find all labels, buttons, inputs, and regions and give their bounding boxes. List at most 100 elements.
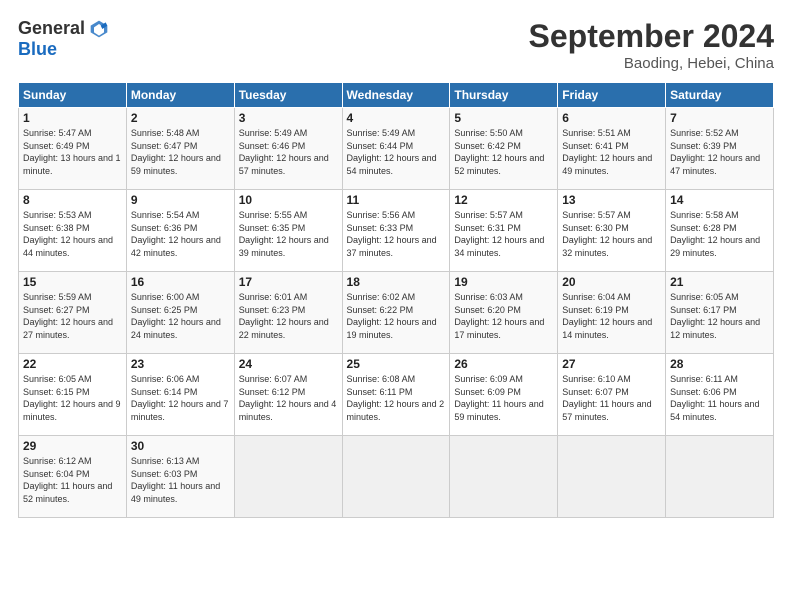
calendar-cell: 21 Sunrise: 6:05 AMSunset: 6:17 PMDaylig…: [666, 272, 774, 354]
day-number: 30: [131, 439, 230, 453]
calendar-week-3: 15 Sunrise: 5:59 AMSunset: 6:27 PMDaylig…: [19, 272, 774, 354]
page: General Blue September 2024 Baoding, Heb…: [0, 0, 792, 612]
day-info: Sunrise: 6:12 AMSunset: 6:04 PMDaylight:…: [23, 455, 122, 505]
day-number: 28: [670, 357, 769, 371]
calendar-header-sunday: Sunday: [19, 83, 127, 108]
calendar-cell: [666, 436, 774, 518]
day-info: Sunrise: 6:01 AMSunset: 6:23 PMDaylight:…: [239, 291, 338, 341]
day-info: Sunrise: 6:13 AMSunset: 6:03 PMDaylight:…: [131, 455, 230, 505]
calendar-cell: 23 Sunrise: 6:06 AMSunset: 6:14 PMDaylig…: [126, 354, 234, 436]
calendar-cell: 26 Sunrise: 6:09 AMSunset: 6:09 PMDaylig…: [450, 354, 558, 436]
calendar-cell: 14 Sunrise: 5:58 AMSunset: 6:28 PMDaylig…: [666, 190, 774, 272]
day-number: 14: [670, 193, 769, 207]
day-number: 19: [454, 275, 553, 289]
day-number: 20: [562, 275, 661, 289]
day-number: 15: [23, 275, 122, 289]
day-info: Sunrise: 6:07 AMSunset: 6:12 PMDaylight:…: [239, 373, 338, 423]
calendar-cell: 2 Sunrise: 5:48 AMSunset: 6:47 PMDayligh…: [126, 108, 234, 190]
day-info: Sunrise: 5:47 AMSunset: 6:49 PMDaylight:…: [23, 127, 122, 177]
day-number: 3: [239, 111, 338, 125]
day-info: Sunrise: 5:56 AMSunset: 6:33 PMDaylight:…: [347, 209, 446, 259]
day-number: 18: [347, 275, 446, 289]
day-number: 22: [23, 357, 122, 371]
day-number: 4: [347, 111, 446, 125]
day-number: 17: [239, 275, 338, 289]
calendar-header-row: SundayMondayTuesdayWednesdayThursdayFrid…: [19, 83, 774, 108]
day-number: 1: [23, 111, 122, 125]
day-info: Sunrise: 5:52 AMSunset: 6:39 PMDaylight:…: [670, 127, 769, 177]
calendar-cell: 25 Sunrise: 6:08 AMSunset: 6:11 PMDaylig…: [342, 354, 450, 436]
day-number: 27: [562, 357, 661, 371]
day-info: Sunrise: 6:03 AMSunset: 6:20 PMDaylight:…: [454, 291, 553, 341]
calendar-cell: 20 Sunrise: 6:04 AMSunset: 6:19 PMDaylig…: [558, 272, 666, 354]
day-info: Sunrise: 6:04 AMSunset: 6:19 PMDaylight:…: [562, 291, 661, 341]
day-number: 24: [239, 357, 338, 371]
logo: General Blue: [18, 18, 109, 60]
title-block: September 2024 Baoding, Hebei, China: [529, 18, 774, 72]
calendar-cell: 29 Sunrise: 6:12 AMSunset: 6:04 PMDaylig…: [19, 436, 127, 518]
day-info: Sunrise: 6:05 AMSunset: 6:15 PMDaylight:…: [23, 373, 122, 423]
calendar-cell: 3 Sunrise: 5:49 AMSunset: 6:46 PMDayligh…: [234, 108, 342, 190]
location: Baoding, Hebei, China: [529, 55, 774, 72]
day-info: Sunrise: 5:48 AMSunset: 6:47 PMDaylight:…: [131, 127, 230, 177]
day-info: Sunrise: 5:53 AMSunset: 6:38 PMDaylight:…: [23, 209, 122, 259]
day-info: Sunrise: 6:06 AMSunset: 6:14 PMDaylight:…: [131, 373, 230, 423]
calendar-cell: 11 Sunrise: 5:56 AMSunset: 6:33 PMDaylig…: [342, 190, 450, 272]
calendar-cell: 13 Sunrise: 5:57 AMSunset: 6:30 PMDaylig…: [558, 190, 666, 272]
day-info: Sunrise: 6:05 AMSunset: 6:17 PMDaylight:…: [670, 291, 769, 341]
day-info: Sunrise: 6:09 AMSunset: 6:09 PMDaylight:…: [454, 373, 553, 423]
calendar-cell: [342, 436, 450, 518]
calendar-cell: 7 Sunrise: 5:52 AMSunset: 6:39 PMDayligh…: [666, 108, 774, 190]
header: General Blue September 2024 Baoding, Heb…: [18, 18, 774, 72]
calendar: SundayMondayTuesdayWednesdayThursdayFrid…: [18, 82, 774, 518]
calendar-cell: 24 Sunrise: 6:07 AMSunset: 6:12 PMDaylig…: [234, 354, 342, 436]
calendar-cell: 17 Sunrise: 6:01 AMSunset: 6:23 PMDaylig…: [234, 272, 342, 354]
day-info: Sunrise: 5:54 AMSunset: 6:36 PMDaylight:…: [131, 209, 230, 259]
month-title: September 2024: [529, 18, 774, 55]
day-info: Sunrise: 5:57 AMSunset: 6:31 PMDaylight:…: [454, 209, 553, 259]
day-info: Sunrise: 5:49 AMSunset: 6:44 PMDaylight:…: [347, 127, 446, 177]
calendar-cell: 18 Sunrise: 6:02 AMSunset: 6:22 PMDaylig…: [342, 272, 450, 354]
day-info: Sunrise: 5:57 AMSunset: 6:30 PMDaylight:…: [562, 209, 661, 259]
day-number: 29: [23, 439, 122, 453]
day-number: 10: [239, 193, 338, 207]
calendar-week-5: 29 Sunrise: 6:12 AMSunset: 6:04 PMDaylig…: [19, 436, 774, 518]
day-info: Sunrise: 6:02 AMSunset: 6:22 PMDaylight:…: [347, 291, 446, 341]
day-info: Sunrise: 6:11 AMSunset: 6:06 PMDaylight:…: [670, 373, 769, 423]
day-info: Sunrise: 5:59 AMSunset: 6:27 PMDaylight:…: [23, 291, 122, 341]
calendar-cell: [234, 436, 342, 518]
calendar-cell: 1 Sunrise: 5:47 AMSunset: 6:49 PMDayligh…: [19, 108, 127, 190]
calendar-cell: 5 Sunrise: 5:50 AMSunset: 6:42 PMDayligh…: [450, 108, 558, 190]
day-number: 8: [23, 193, 122, 207]
day-number: 16: [131, 275, 230, 289]
calendar-cell: 12 Sunrise: 5:57 AMSunset: 6:31 PMDaylig…: [450, 190, 558, 272]
calendar-header-tuesday: Tuesday: [234, 83, 342, 108]
day-number: 21: [670, 275, 769, 289]
day-info: Sunrise: 5:49 AMSunset: 6:46 PMDaylight:…: [239, 127, 338, 177]
calendar-week-2: 8 Sunrise: 5:53 AMSunset: 6:38 PMDayligh…: [19, 190, 774, 272]
day-number: 23: [131, 357, 230, 371]
calendar-cell: 16 Sunrise: 6:00 AMSunset: 6:25 PMDaylig…: [126, 272, 234, 354]
calendar-cell: 19 Sunrise: 6:03 AMSunset: 6:20 PMDaylig…: [450, 272, 558, 354]
logo-icon: [89, 19, 109, 39]
day-number: 6: [562, 111, 661, 125]
calendar-header-saturday: Saturday: [666, 83, 774, 108]
day-info: Sunrise: 5:58 AMSunset: 6:28 PMDaylight:…: [670, 209, 769, 259]
day-info: Sunrise: 5:50 AMSunset: 6:42 PMDaylight:…: [454, 127, 553, 177]
calendar-cell: 28 Sunrise: 6:11 AMSunset: 6:06 PMDaylig…: [666, 354, 774, 436]
calendar-cell: 22 Sunrise: 6:05 AMSunset: 6:15 PMDaylig…: [19, 354, 127, 436]
calendar-header-wednesday: Wednesday: [342, 83, 450, 108]
day-info: Sunrise: 6:00 AMSunset: 6:25 PMDaylight:…: [131, 291, 230, 341]
calendar-cell: 15 Sunrise: 5:59 AMSunset: 6:27 PMDaylig…: [19, 272, 127, 354]
day-number: 12: [454, 193, 553, 207]
calendar-cell: 27 Sunrise: 6:10 AMSunset: 6:07 PMDaylig…: [558, 354, 666, 436]
logo-blue: Blue: [18, 39, 57, 60]
logo-general: General: [18, 18, 85, 39]
day-number: 25: [347, 357, 446, 371]
calendar-cell: 9 Sunrise: 5:54 AMSunset: 6:36 PMDayligh…: [126, 190, 234, 272]
day-info: Sunrise: 5:51 AMSunset: 6:41 PMDaylight:…: [562, 127, 661, 177]
day-number: 7: [670, 111, 769, 125]
calendar-header-friday: Friday: [558, 83, 666, 108]
calendar-week-1: 1 Sunrise: 5:47 AMSunset: 6:49 PMDayligh…: [19, 108, 774, 190]
calendar-cell: 10 Sunrise: 5:55 AMSunset: 6:35 PMDaylig…: [234, 190, 342, 272]
